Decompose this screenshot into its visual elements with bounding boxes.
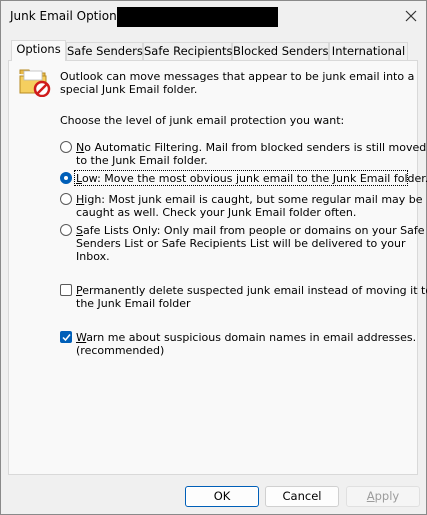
checkbox-permanently-delete[interactable] [60, 284, 72, 296]
radio-label-high[interactable]: High: Most junk email is caught, but som… [76, 193, 423, 206]
junk-folder-icon [19, 69, 51, 97]
radio-no-automatic-filtering[interactable] [60, 141, 72, 153]
tab-international[interactable]: International [329, 42, 408, 60]
tab-safe-recipients[interactable]: Safe Recipients [143, 42, 233, 60]
close-button[interactable] [399, 5, 423, 27]
radio-safe-lists-only[interactable] [60, 224, 72, 236]
window-title: Junk Email Options [10, 9, 123, 23]
checkbox-label-warn-line2: (recommended) [76, 344, 165, 357]
radio-label-high-line2: caught as well. Check your Junk Email fo… [76, 206, 357, 219]
radio-label-low[interactable]: Low: Move the most obvious junk email to… [76, 172, 427, 185]
ok-button[interactable]: OK [185, 486, 259, 507]
radio-label-safe-lists[interactable]: Safe Lists Only: Only mail from people o… [76, 224, 425, 237]
radio-label-safe-lists-line3: Inbox. [76, 250, 110, 263]
radio-high[interactable] [60, 193, 72, 205]
tab-strip: Options Safe Senders Safe Recipients Blo… [8, 40, 416, 61]
cancel-button[interactable]: Cancel [265, 486, 339, 507]
options-panel: Outlook can move messages that appear to… [8, 60, 427, 475]
tab-options[interactable]: Options [11, 40, 66, 61]
tab-safe-senders[interactable]: Safe Senders [66, 42, 143, 60]
choose-level-label: Choose the level of junk email protectio… [60, 114, 345, 127]
radio-label-no-filtering-line2: to the Junk Email folder. [76, 154, 208, 167]
checkbox-label-permanently-delete[interactable]: Permanently delete suspected junk email … [76, 284, 427, 297]
checkmark-icon [62, 334, 71, 342]
checkbox-label-warn[interactable]: Warn me about suspicious domain names in… [76, 331, 416, 344]
radio-label-no-filtering[interactable]: No Automatic Filtering. Mail from blocke… [76, 141, 426, 154]
checkbox-warn-suspicious-domains[interactable] [60, 331, 72, 343]
apply-button[interactable]: Apply [346, 486, 420, 507]
tab-blocked-senders[interactable]: Blocked Senders [232, 42, 329, 60]
radio-low[interactable] [60, 172, 72, 184]
title-bar: Junk Email Options [1, 1, 426, 31]
redacted-title-region [117, 7, 278, 27]
checkbox-label-permanently-delete-line2: the Junk Email folder [76, 297, 191, 310]
close-icon [405, 10, 417, 22]
intro-text-line2: special Junk Email folder. [60, 83, 198, 96]
intro-text-line1: Outlook can move messages that appear to… [60, 70, 415, 83]
junk-email-options-dialog: Junk Email Options Options Safe Senders … [0, 0, 427, 515]
radio-label-safe-lists-line2: Senders List or Safe Recipients List wil… [76, 237, 406, 250]
